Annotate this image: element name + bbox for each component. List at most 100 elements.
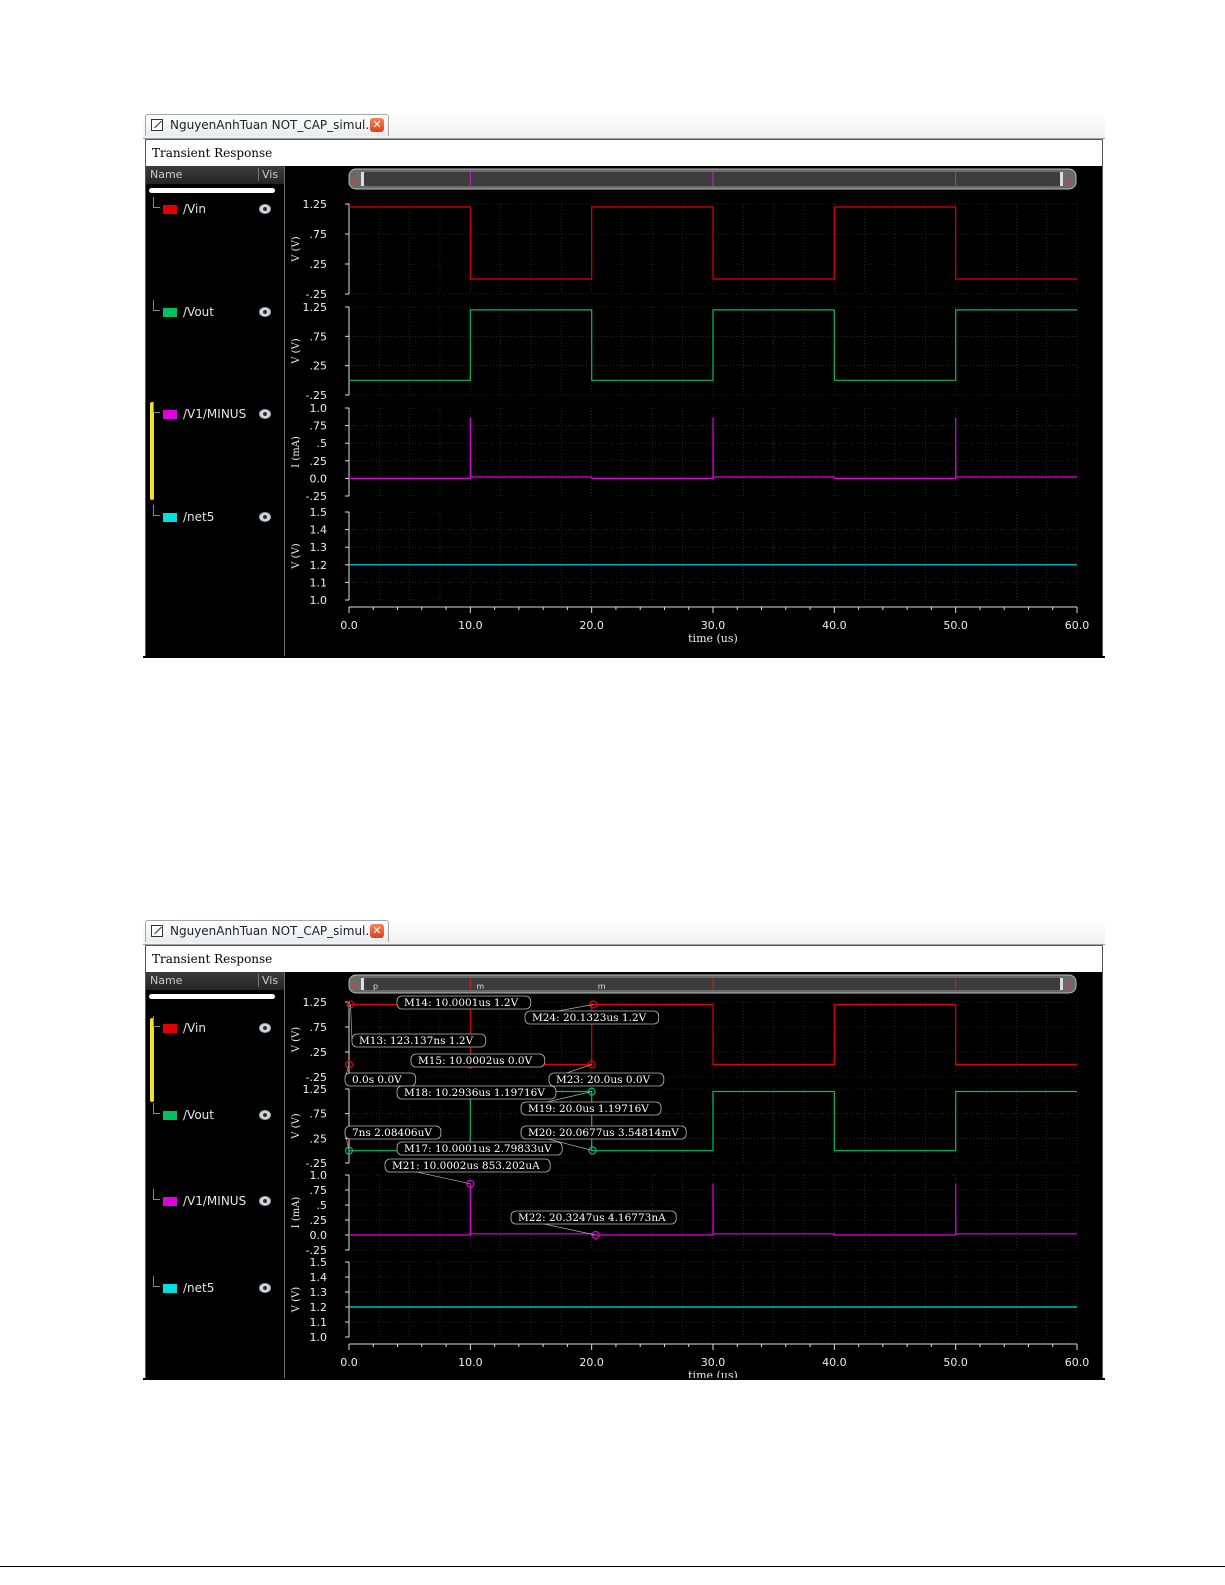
y-tick-label: .75 [310, 330, 328, 343]
column-name-header[interactable]: Name [150, 974, 182, 987]
scroll-left-handle [361, 978, 364, 990]
signal-item-vout[interactable]: /Vout [146, 300, 284, 322]
x-tick-label: 30.0 [701, 1356, 726, 1369]
panel-title: Transient Response [146, 140, 1102, 166]
y-axis-label: V (V) [291, 543, 302, 570]
visibility-eye-icon[interactable] [259, 409, 271, 419]
signal-item-v1-minus[interactable]: /V1/MINUS [146, 1189, 284, 1211]
column-name-header[interactable]: Name [150, 168, 182, 181]
close-icon[interactable]: ✕ [370, 924, 384, 938]
x-tick-label: 40.0 [822, 1356, 847, 1369]
signal-list: Name Vis /Vin /Vout /V1/MINUS /net5 [146, 972, 285, 1379]
y-tick-label: 1.25 [303, 301, 328, 314]
y-tick-label: 1.1 [310, 1316, 328, 1329]
scroll-left-handle [361, 172, 364, 186]
y-axis-label: V (V) [291, 1027, 302, 1054]
y-tick-label: .25 [310, 1214, 328, 1227]
scroll-right-handle [1060, 978, 1063, 990]
tree-connector [153, 300, 160, 311]
color-swatch [163, 1024, 177, 1033]
y-axis-label: I (mA) [291, 1197, 302, 1229]
x-tick-label: 20.0 [579, 619, 604, 632]
color-swatch [163, 205, 177, 214]
marker-label: M23: 20.0us 0.0V [556, 1074, 651, 1086]
close-icon[interactable]: ✕ [370, 118, 384, 132]
signal-list-scrollbar[interactable] [149, 188, 275, 193]
plot-area[interactable]: ◂ ▸ 1.25.75.25 -.25 V (V) 1.25.75.25 -.25 V (V)… [285, 166, 1102, 657]
tab-waveform[interactable]: NguyenAnhTuan NOT_CAP_simul... ✕ [145, 920, 389, 942]
window-bottom-border [143, 656, 1105, 658]
marker-label: M21: 10.0002us 853.202uA [392, 1160, 540, 1172]
y-tick-label: .75 [310, 1184, 328, 1197]
visibility-eye-icon[interactable] [259, 204, 271, 214]
y-tick-label: 1.25 [303, 1083, 328, 1096]
y-tick-label: .5 [317, 1199, 328, 1212]
signal-item-vout[interactable]: /Vout [146, 1103, 284, 1125]
column-vis-header[interactable]: Vis [258, 974, 278, 987]
visibility-eye-icon[interactable] [259, 1196, 271, 1206]
window-bottom-border [143, 1378, 1105, 1380]
signal-list-scrollbar[interactable] [149, 994, 275, 999]
y-tick-label: -.25 [306, 389, 327, 402]
y-tick-label: 1.2 [310, 559, 328, 572]
waveform-tab-icon [151, 119, 163, 131]
y-tick-label: .25 [310, 455, 328, 468]
y-axis-label: V (V) [291, 338, 302, 365]
y-tick-label: 1.4 [310, 1271, 328, 1284]
tree-connector [153, 1103, 160, 1114]
signal-list-header: Name Vis [146, 166, 284, 184]
series-line-v1minus [349, 417, 1077, 479]
y-tick-label: 0.0 [310, 472, 328, 485]
signal-item-net5[interactable]: /net5 [146, 505, 284, 527]
y-tick-label: .75 [310, 1021, 328, 1034]
signal-item-v1-minus[interactable]: /V1/MINUS [146, 402, 284, 424]
waveform-chart[interactable]: ◂ ▸1.25.75.25-.25V (V)1.25.75.25-.25V (V)… [285, 166, 1102, 656]
y-axis-label: V (V) [291, 236, 302, 263]
signal-name: /V1/MINUS [183, 407, 247, 421]
visibility-eye-icon[interactable] [259, 512, 271, 522]
waveform-panel: Transient Response Name Vis /Vin /Vout /… [145, 139, 1103, 658]
signal-item-vin[interactable]: /Vin [146, 1016, 284, 1038]
y-tick-label: 1.5 [310, 506, 328, 519]
marker-label: M18: 10.2936us 1.19716V [404, 1087, 545, 1099]
tree-connector [153, 197, 160, 208]
visibility-eye-icon[interactable] [259, 1023, 271, 1033]
x-tick-label: 50.0 [943, 1356, 968, 1369]
marker-label: M17: 10.0001us 2.79833uV [404, 1143, 552, 1155]
tab-bar: NguyenAnhTuan NOT_CAP_simul... ✕ [143, 918, 1105, 945]
marker-label: M19: 20.0us 1.19716V [528, 1103, 649, 1115]
signal-name: /Vin [183, 202, 206, 216]
tab-bar: NguyenAnhTuan NOT_CAP_simul... ✕ [143, 112, 1105, 139]
scroll-left-arrow-icon: ◂ [351, 177, 356, 187]
y-tick-label: -.25 [306, 490, 327, 503]
visibility-eye-icon[interactable] [259, 1283, 271, 1293]
x-tick-label: 0.0 [340, 1356, 358, 1369]
column-vis-header[interactable]: Vis [258, 168, 278, 181]
y-tick-label: .25 [310, 258, 328, 271]
visibility-eye-icon[interactable] [259, 307, 271, 317]
x-tick-label: 10.0 [458, 619, 483, 632]
signal-name: /net5 [183, 510, 215, 524]
panel-title: Transient Response [146, 946, 1102, 972]
marker-label: 0.0s 0.0V [352, 1074, 402, 1086]
marker-label: M14: 10.0001us 1.2V [404, 997, 519, 1009]
signal-name: /net5 [183, 1281, 215, 1295]
plot-area[interactable]: ◂ ▸ 1.25.75.25 -.25 V (V) 1.25.75.25 -.25 V (V)… [285, 972, 1102, 1379]
y-tick-label: 1.0 [310, 594, 328, 607]
visibility-eye-icon[interactable] [259, 1110, 271, 1120]
x-tick-label: 10.0 [458, 1356, 483, 1369]
x-axis-label: time (us) [688, 632, 738, 645]
scroll-right-arrow-icon: ▸ [1067, 177, 1072, 187]
tab-waveform[interactable]: NguyenAnhTuan NOT_CAP_simul... ✕ [145, 114, 389, 136]
series-line-vin [349, 206, 1077, 280]
waveform-panel: Transient Response Name Vis /Vin /Vout /… [145, 945, 1103, 1380]
y-tick-label: .5 [317, 437, 328, 450]
waveform-chart[interactable]: ◂ ▸1.25.75.25-.25V (V)1.25.75.25-.25V (V)… [285, 972, 1102, 1379]
y-tick-label: -.25 [306, 288, 327, 301]
y-axis-label: V (V) [291, 1287, 302, 1314]
signal-item-vin[interactable]: /Vin [146, 197, 284, 219]
y-tick-label: .75 [310, 1108, 328, 1121]
signal-item-net5[interactable]: /net5 [146, 1276, 284, 1298]
y-tick-label: 1.3 [310, 541, 328, 554]
signal-name: /Vin [183, 1021, 206, 1035]
